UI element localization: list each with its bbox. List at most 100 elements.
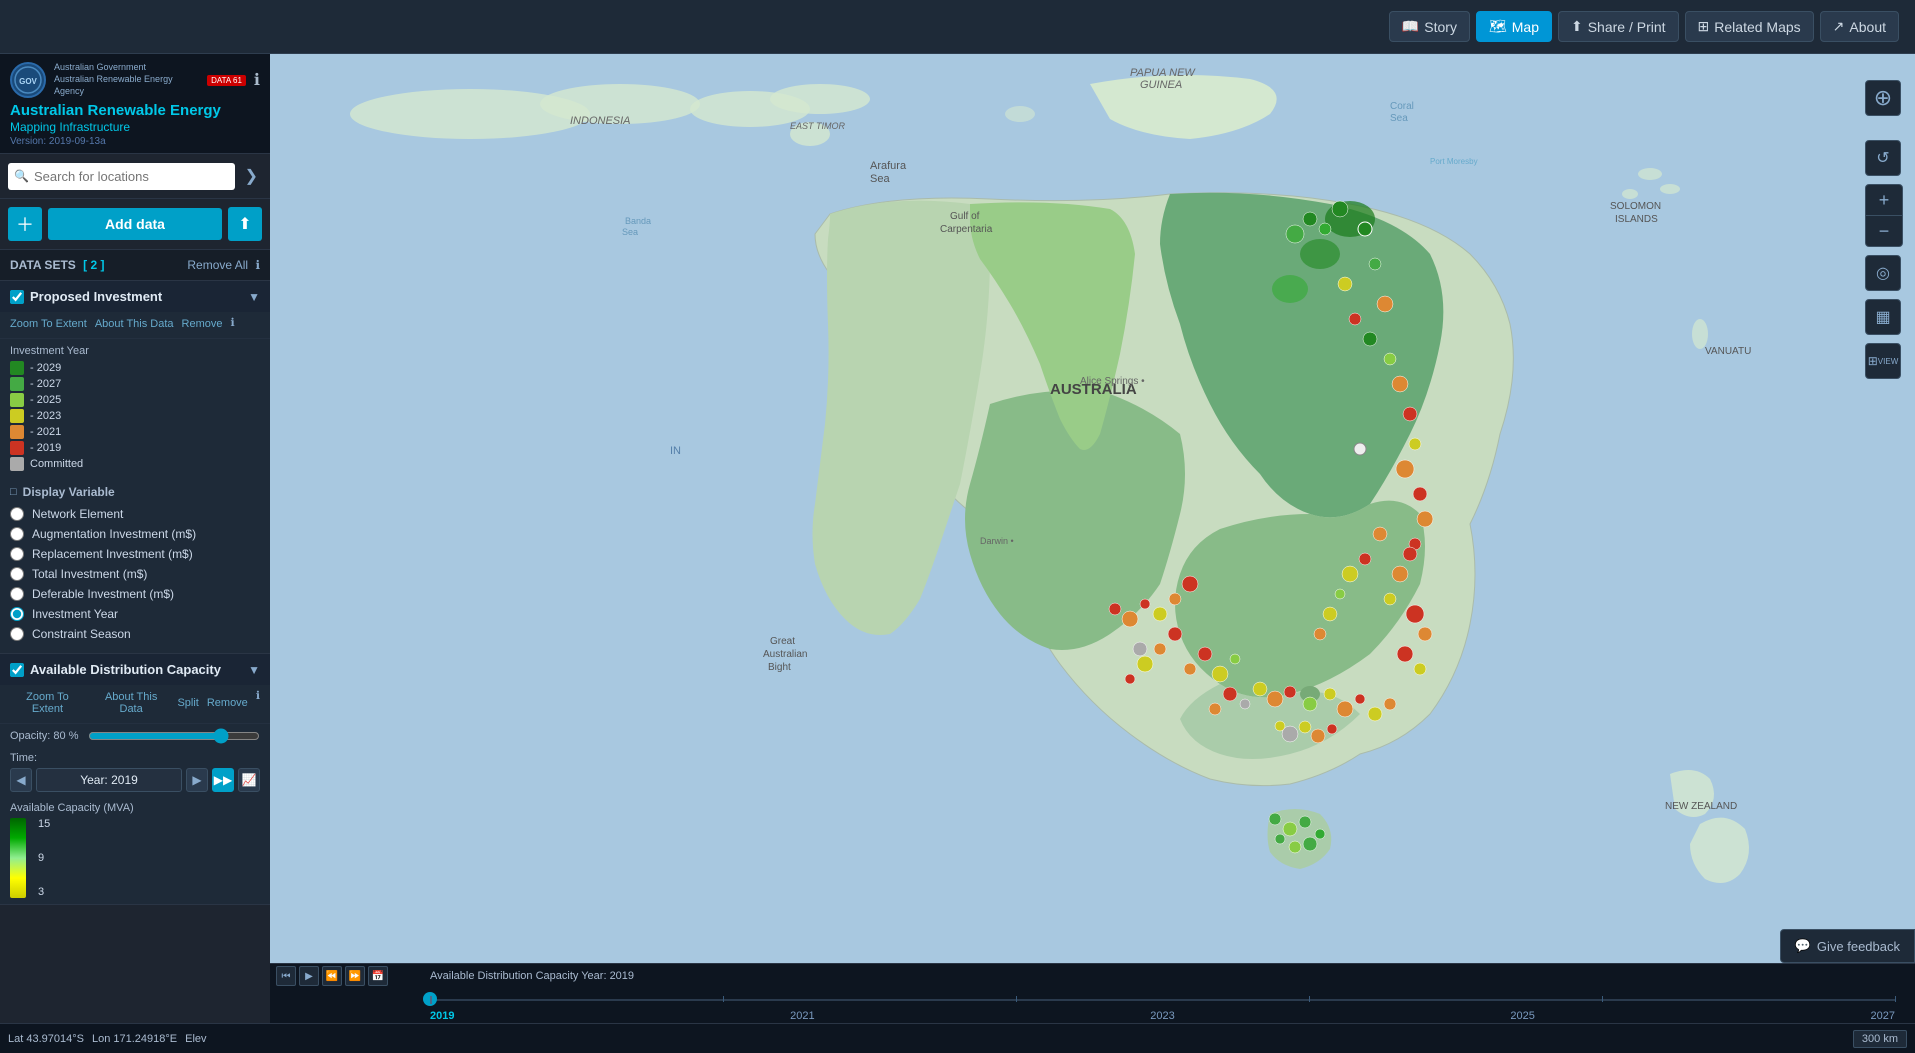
legend-label: - 2029: [30, 362, 61, 374]
svg-text:Sea: Sea: [1390, 113, 1408, 124]
timeline-label: Available Distribution Capacity Year: 20…: [430, 970, 634, 982]
time-chart-button[interactable]: 📈: [238, 768, 260, 792]
radio-option-investment_year[interactable]: Investment Year: [10, 607, 260, 621]
about-button[interactable]: ↗ About: [1820, 11, 1899, 42]
radio-option-total[interactable]: Total Investment (m$): [10, 567, 260, 581]
svg-text:ISLANDS: ISLANDS: [1615, 214, 1658, 225]
zoom-in-button[interactable]: +: [1866, 185, 1902, 215]
zoom-to-extent-button[interactable]: Zoom To Extent: [10, 316, 87, 332]
radio-input-replacement[interactable]: [10, 547, 24, 561]
map-label: Map: [1512, 19, 1539, 35]
radio-label-replacement: Replacement Investment (m$): [32, 547, 193, 561]
svg-text:NEW ZEALAND: NEW ZEALAND: [1665, 801, 1737, 812]
sidebar-collapse-button[interactable]: ❯: [241, 162, 262, 190]
legend-swatch: [10, 457, 24, 471]
available-distribution-checkbox[interactable]: [10, 663, 24, 677]
remove-info-icon: ℹ: [231, 316, 235, 332]
radio-input-augmentation[interactable]: [10, 527, 24, 541]
share-print-button[interactable]: ⬆ Share / Print: [1558, 11, 1679, 42]
avail-about-button[interactable]: About This Data: [93, 689, 170, 717]
datasets-count: [ 2 ]: [83, 258, 104, 272]
info-icon[interactable]: ℹ: [254, 70, 260, 90]
timeline-step-forward-button[interactable]: ⏩: [345, 966, 365, 986]
compass-button[interactable]: ⊕: [1865, 80, 1901, 116]
radio-option-deferable[interactable]: Deferable Investment (m$): [10, 587, 260, 601]
time-play-button[interactable]: ▶▶: [212, 768, 234, 792]
give-feedback-button[interactable]: 💬 Give feedback: [1780, 929, 1915, 963]
svg-text:Carpentaria: Carpentaria: [940, 224, 993, 235]
avail-split-button[interactable]: Split: [177, 689, 198, 717]
svg-text:EAST TIMOR: EAST TIMOR: [790, 121, 846, 131]
ctrl-spacer: [1865, 124, 1903, 132]
capacity-labels: 15 9 3: [38, 818, 50, 898]
svg-text:Port Moresby: Port Moresby: [1430, 157, 1478, 166]
remove-dataset-button[interactable]: Remove: [182, 316, 223, 332]
location-button[interactable]: ◎: [1865, 255, 1901, 291]
search-icon-wrap: [8, 163, 235, 190]
radio-option-replacement[interactable]: Replacement Investment (m$): [10, 547, 260, 561]
timeline-calendar-button[interactable]: 📅: [368, 966, 388, 986]
remove-all-link[interactable]: Remove All ℹ: [187, 258, 260, 272]
available-distribution-arrow: ▼: [248, 663, 260, 677]
feedback-label: Give feedback: [1817, 939, 1900, 954]
time-next-button[interactable]: ▶: [186, 768, 208, 792]
measure-button[interactable]: ⊞VIEW: [1865, 343, 1901, 379]
radio-label-network_element: Network Element: [32, 507, 123, 521]
legend-swatch: [10, 377, 24, 391]
radio-option-augmentation[interactable]: Augmentation Investment (m$): [10, 527, 260, 541]
time-prev-button[interactable]: ◀: [10, 768, 32, 792]
upload-button[interactable]: ⬆: [228, 207, 262, 241]
add-data-button[interactable]: Add data: [48, 208, 222, 240]
gov-line1: Australian Government: [54, 62, 195, 74]
radio-input-network_element[interactable]: [10, 507, 24, 521]
avail-zoom-button[interactable]: Zoom To Extent: [10, 689, 85, 717]
map-button[interactable]: 🗺 Map: [1476, 11, 1552, 42]
investment-legend-items: - 2029 - 2027 - 2025 - 2023 - 2021 - 201…: [10, 361, 260, 471]
timeline-play-button[interactable]: ▶: [299, 966, 319, 986]
add-data-plus-button[interactable]: ＋: [8, 207, 42, 241]
radio-input-total[interactable]: [10, 567, 24, 581]
avail-remove-button[interactable]: Remove: [207, 689, 248, 717]
scale-indicator: 300 km: [1853, 1030, 1907, 1048]
legend-label: - 2019: [30, 442, 61, 454]
radio-label-total: Total Investment (m$): [32, 567, 147, 581]
legend-label: Committed: [30, 458, 83, 470]
zoom-out-button[interactable]: −: [1866, 216, 1902, 246]
timeline-year-2021: 2021: [790, 1010, 814, 1022]
radio-option-network_element[interactable]: Network Element: [10, 507, 260, 521]
svg-text:GUINEA: GUINEA: [1140, 79, 1182, 91]
timeline-year-2025: 2025: [1510, 1010, 1534, 1022]
available-distribution-header[interactable]: Available Distribution Capacity ▼: [0, 654, 270, 685]
timeline-tick-2027: [1602, 996, 1603, 1002]
display-variable-header[interactable]: □ Display Variable: [10, 485, 260, 499]
proposed-investment-actions: Zoom To Extent About This Data Remove ℹ: [0, 312, 270, 339]
timeline-tick-2025: [1309, 996, 1310, 1002]
timeline-skip-start-button[interactable]: ⏮: [276, 966, 296, 986]
opacity-label: Opacity: 80 %: [10, 730, 80, 742]
available-distribution-actions: Zoom To Extent About This Data Split Rem…: [0, 685, 270, 724]
radio-input-constraint_season[interactable]: [10, 627, 24, 641]
radio-input-investment_year[interactable]: [10, 607, 24, 621]
refresh-button[interactable]: ↺: [1865, 140, 1901, 176]
map-area[interactable]: INDONESIA EAST TIMOR PAPUA NEW GUINEA Ar…: [270, 54, 1915, 1023]
proposed-investment-checkbox[interactable]: [10, 290, 24, 304]
story-button[interactable]: 📖 Story: [1389, 11, 1470, 42]
legend-label: - 2025: [30, 394, 61, 406]
related-maps-button[interactable]: ⊞ Related Maps: [1685, 11, 1814, 42]
opacity-slider[interactable]: [88, 728, 260, 744]
proposed-investment-title: Proposed Investment: [30, 289, 242, 304]
legend-swatch: [10, 361, 24, 375]
about-this-data-button[interactable]: About This Data: [95, 316, 174, 332]
topbar: 📖 Story 🗺 Map ⬆ Share / Print ⊞ Related …: [0, 0, 1915, 54]
radio-input-deferable[interactable]: [10, 587, 24, 601]
svg-text:Australian: Australian: [763, 649, 807, 660]
radio-option-constraint_season[interactable]: Constraint Season: [10, 627, 260, 641]
datasets-header: DATA SETS [ 2 ] Remove All ℹ: [0, 250, 270, 281]
proposed-investment-header[interactable]: Proposed Investment ▼: [0, 281, 270, 312]
investment-legend-item: - 2019: [10, 441, 260, 455]
timeline-years: 2019 2021 2023 2025 2027: [430, 1010, 1895, 1022]
layers-button[interactable]: ▦: [1865, 299, 1901, 335]
legend-label: - 2021: [30, 426, 61, 438]
timeline-step-back-button[interactable]: ⏪: [322, 966, 342, 986]
search-input[interactable]: [8, 163, 235, 190]
